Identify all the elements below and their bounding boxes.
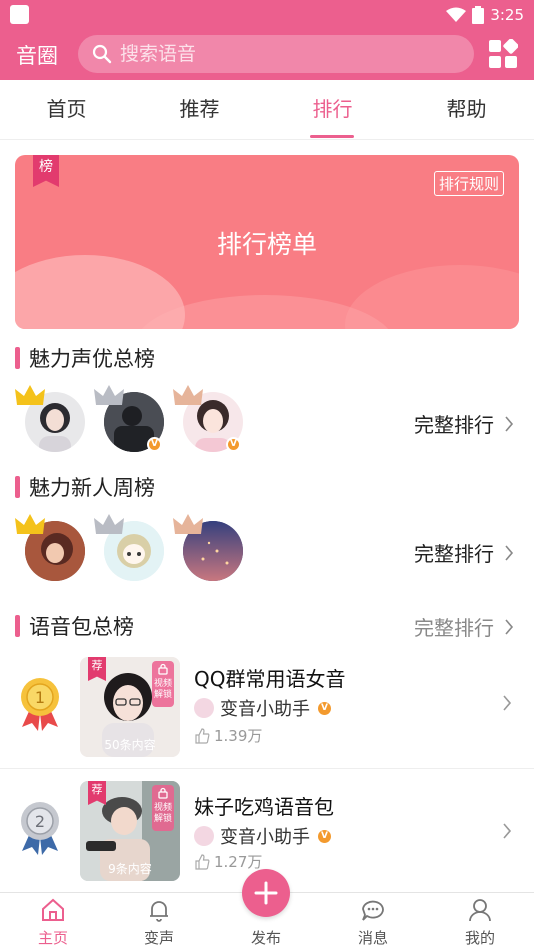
apps-grid-icon[interactable] bbox=[488, 39, 518, 69]
gold-medal-icon: 1 bbox=[21, 678, 59, 731]
tab-home[interactable]: 首页 bbox=[0, 80, 133, 140]
verified-badge: V bbox=[147, 437, 162, 452]
voice-pack-likes: 1.39万 bbox=[194, 725, 262, 746]
thumbs-up-icon bbox=[195, 853, 210, 870]
chevron-right-icon bbox=[503, 695, 512, 711]
lock-icon bbox=[158, 787, 168, 799]
chevron-right-icon bbox=[505, 618, 514, 635]
app-title: 音圈 bbox=[16, 44, 58, 68]
publish-button[interactable] bbox=[242, 869, 290, 917]
tab-help[interactable]: 帮助 bbox=[400, 80, 533, 140]
svg-text:1: 1 bbox=[35, 688, 45, 707]
chevron-right-icon bbox=[505, 415, 514, 432]
voice-pack-row[interactable]: 1 荐 视频解锁 50条内容 QQ群常用语女音 变音小助手 V 1.39万 bbox=[0, 651, 534, 771]
battery-icon bbox=[472, 6, 485, 24]
chat-icon bbox=[362, 900, 384, 921]
voice-pack-cover[interactable]: 荐 视频解锁 50条内容 bbox=[80, 657, 180, 757]
full-ranking-link[interactable]: 完整排行 bbox=[414, 538, 514, 567]
silver-crown-icon bbox=[94, 385, 124, 405]
lock-icon bbox=[158, 663, 168, 675]
silver-crown-icon bbox=[94, 514, 124, 534]
full-ranking-link[interactable]: 完整排行 bbox=[414, 612, 514, 641]
bell-icon bbox=[150, 901, 168, 922]
status-bar: 3:25 bbox=[0, 0, 534, 30]
wifi-icon bbox=[446, 7, 467, 22]
gold-crown-icon bbox=[15, 514, 45, 534]
banner-title: 排行榜单 bbox=[216, 230, 317, 259]
bronze-crown-icon bbox=[173, 385, 203, 405]
app-bar: 音圈 bbox=[0, 30, 534, 80]
bronze-crown-icon bbox=[173, 514, 203, 534]
home-icon bbox=[42, 898, 64, 921]
tab-recommend[interactable]: 推荐 bbox=[133, 80, 266, 140]
search-bar[interactable] bbox=[78, 35, 474, 73]
nav-profile[interactable]: 我的 bbox=[427, 893, 533, 949]
chevron-right-icon bbox=[505, 544, 514, 561]
voice-pack-name: 妹子吃鸡语音包 bbox=[194, 795, 334, 819]
verified-badge: V bbox=[226, 437, 241, 452]
section-title-charm-newcomer: 魅力新人周榜 bbox=[15, 472, 155, 502]
thumbs-up-icon bbox=[195, 727, 210, 744]
content-count: 50条内容 bbox=[104, 738, 156, 752]
status-time: 3:25 bbox=[490, 6, 524, 24]
voice-pack-cover[interactable]: 荐 视频解锁 9条内容 bbox=[80, 781, 180, 881]
full-ranking-link[interactable]: 完整排行 bbox=[414, 409, 514, 438]
notification-icon bbox=[10, 5, 29, 24]
author-avatar bbox=[194, 698, 214, 718]
nav-voice-change[interactable]: 变声 bbox=[106, 893, 212, 949]
section-title-charm-voice: 魅力声优总榜 bbox=[15, 343, 155, 373]
video-unlock-badge: 视频解锁 bbox=[152, 785, 174, 831]
gold-crown-icon bbox=[15, 385, 45, 405]
video-unlock-badge: 视频解锁 bbox=[152, 661, 174, 707]
section-title-voice-pack: 语音包总榜 bbox=[15, 611, 134, 641]
nav-messages[interactable]: 消息 bbox=[320, 893, 426, 949]
plus-icon bbox=[254, 881, 278, 905]
chevron-right-icon bbox=[503, 823, 512, 839]
search-icon bbox=[92, 44, 112, 64]
verified-badge: V bbox=[316, 699, 333, 717]
ranking-rules-button[interactable]: 排行规则 bbox=[433, 171, 504, 196]
top-tabs: 首页 推荐 排行 帮助 bbox=[0, 80, 534, 140]
voice-pack-author: 变音小助手 V bbox=[194, 695, 333, 721]
nav-home[interactable]: 主页 bbox=[0, 893, 106, 949]
voice-pack-author: 变音小助手 V bbox=[194, 823, 333, 849]
svg-text:2: 2 bbox=[35, 812, 45, 831]
voice-pack-name: QQ群常用语女音 bbox=[194, 667, 346, 691]
tab-ranking[interactable]: 排行 bbox=[266, 80, 399, 140]
search-input[interactable] bbox=[120, 43, 440, 65]
author-avatar bbox=[194, 826, 214, 846]
ranking-flag: 榜 bbox=[33, 155, 59, 187]
ranking-banner[interactable]: 榜 排行榜单 排行规则 bbox=[15, 155, 519, 329]
user-icon bbox=[469, 899, 491, 922]
silver-medal-icon: 2 bbox=[21, 802, 59, 855]
content-count: 9条内容 bbox=[108, 862, 152, 876]
verified-badge: V bbox=[316, 827, 333, 845]
